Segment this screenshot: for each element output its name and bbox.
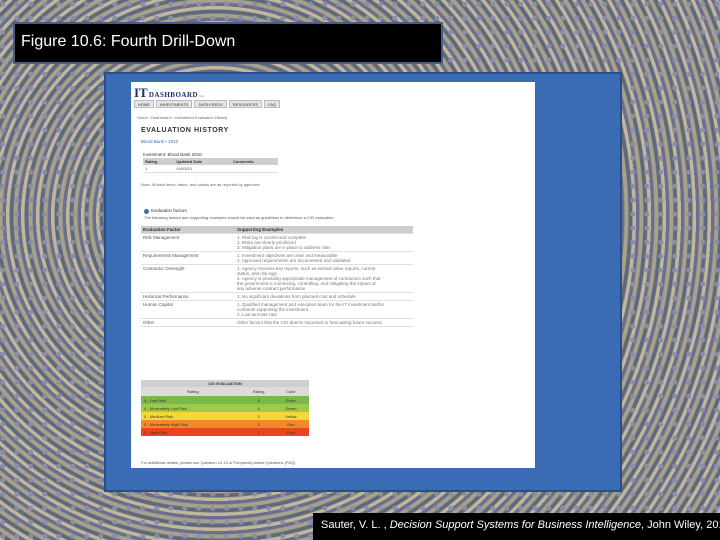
example-line: 2. Approved requirements are documented … xyxy=(237,258,351,263)
nav-data-feeds[interactable]: DATA FEEDS xyxy=(194,100,227,108)
table-row: 1 04/03/10 xyxy=(143,165,278,173)
top-nav: HOME INVESTMENTS DATA FEEDS RESOURCES FA… xyxy=(134,100,281,108)
evaluations-table: Rating Updated Date Comments 1 04/03/10 xyxy=(143,158,278,173)
cell-comments xyxy=(231,165,278,173)
rating-value: 4 xyxy=(257,405,260,411)
col-header: Updated Date xyxy=(174,158,231,165)
col-header: Rating xyxy=(141,387,245,396)
rating-row: 1 - High Risk 1 Red xyxy=(141,428,309,436)
it-dashboard-logo[interactable]: IT DASHBOARD beta xyxy=(134,85,204,101)
citation-bar: Sauter, V. L. , Decision Support Systems… xyxy=(313,513,720,540)
logo-mark: IT xyxy=(134,85,148,100)
nav-investments[interactable]: INVESTMENTS xyxy=(156,100,193,108)
col-header: Rating xyxy=(143,158,175,165)
factor-name: Human Capital xyxy=(143,302,173,307)
col-header: Rating xyxy=(244,387,273,396)
example-line: 3. Mitigation plans are in place to addr… xyxy=(237,245,331,250)
rating-label: 5 - Low Risk xyxy=(144,397,167,403)
factor-row: Other Other factors that the CIO deems im… xyxy=(141,319,413,327)
col-header: Evaluation Factor xyxy=(143,227,181,232)
cell-rating: 1 xyxy=(143,165,175,173)
rating-label: 4 - Moderately Low Risk xyxy=(144,405,187,411)
investment-link[interactable]: Blood Bank • 2010 xyxy=(141,139,178,144)
rating-value: 1 xyxy=(257,429,260,435)
factor-name: Historical Performance xyxy=(143,294,189,299)
factor-row: Risk Management 1. Risk log is current an… xyxy=(141,234,413,252)
logo-name: DASHBOARD xyxy=(148,91,199,99)
citation-publication: Decision Support Systems for Business In… xyxy=(389,519,641,531)
data-note: Note: All data items, dates, and values … xyxy=(141,182,260,187)
rating-scale-title: CIO EVALUATION xyxy=(141,380,309,387)
rating-color-name: Green xyxy=(285,405,297,411)
factor-name: Risk Management xyxy=(143,235,180,240)
rating-row: 4 - Moderately Low Risk 4 Green xyxy=(141,404,309,412)
rating-value: 5 xyxy=(257,397,260,403)
rating-row: 3 - Medium Risk 3 Yellow xyxy=(141,412,309,420)
example-line: any adverse contract performance xyxy=(237,286,306,291)
factor-examples: Other factors that the CIO deems importa… xyxy=(235,319,413,326)
logo-sub: beta xyxy=(199,94,205,98)
factor-name: Requirements Management xyxy=(143,253,199,258)
factors-table: Evaluation Factor Supporting Examples Ri… xyxy=(141,226,413,327)
breadcrumb[interactable]: Home › Dashboard › Investment Evaluation… xyxy=(137,115,227,120)
rating-row: 2 - Moderately High Risk 2 Red xyxy=(141,420,309,428)
citation-author: Sauter, V. L. , xyxy=(321,519,390,531)
cell-date: 04/03/10 xyxy=(174,165,231,173)
rating-scale-header-row: Rating Rating Color xyxy=(141,387,309,396)
rating-color-name: Yellow xyxy=(285,413,297,419)
factor-examples: 1. No significant deviations from planne… xyxy=(235,293,413,300)
factor-row: Historical Performance 1. No significant … xyxy=(141,293,413,301)
slide-title: Figure 10.6: Fourth Drill-Down xyxy=(21,33,236,50)
factor-examples: 1. Qualified management and execution te… xyxy=(235,301,413,318)
example-line: Other factors that the CIO deems importa… xyxy=(237,320,382,325)
col-header: Comments xyxy=(231,158,278,165)
rating-label: 2 - Moderately High Risk xyxy=(144,421,188,427)
rating-scale-table: CIO EVALUATION Rating Rating Color 5 - L… xyxy=(141,380,309,436)
rating-label: 1 - High Risk xyxy=(144,429,167,435)
rating-label: 3 - Medium Risk xyxy=(144,413,173,419)
slide-title-bar: Figure 10.6: Fourth Drill-Down xyxy=(13,22,443,64)
investment-label: Investment: Blood Bank 2010 xyxy=(143,152,202,157)
rating-value: 2 xyxy=(257,421,260,427)
factors-title[interactable]: Evaluation factors xyxy=(151,208,187,213)
rating-row: 5 - Low Risk 5 Green xyxy=(141,396,309,404)
factor-row: Requirements Management 1. Investment obj… xyxy=(141,252,413,265)
page-title: EVALUATION HISTORY xyxy=(141,127,229,134)
citation-publisher: , John Wiley, 2010 xyxy=(641,519,720,531)
rating-color-name: Green xyxy=(285,397,297,403)
factors-description: The following factors and supporting exa… xyxy=(144,215,335,220)
nav-resources[interactable]: RESOURCES xyxy=(228,100,263,108)
col-header: Supporting Examples xyxy=(237,227,284,232)
rating-color-name: Red xyxy=(287,421,295,427)
dashboard-screenshot: IT DASHBOARD beta HOME INVESTMENTS DATA … xyxy=(131,82,535,468)
nav-faq[interactable]: FAQ xyxy=(264,100,281,108)
factor-examples: 1. Risk log is current and complete 2. Ri… xyxy=(235,234,413,251)
factors-header-row: Evaluation Factor Supporting Examples xyxy=(141,226,413,234)
factor-examples: 1. Investment objectives are clear and m… xyxy=(235,252,413,264)
nav-home[interactable]: HOME xyxy=(134,100,154,108)
col-header: Color xyxy=(272,387,309,396)
rating-color-name: Red xyxy=(287,429,295,435)
example-line: 1. No significant deviations from planne… xyxy=(237,294,356,299)
example-line: 2. Low turnover rate xyxy=(237,312,278,317)
factor-name: Contractor Oversight xyxy=(143,266,185,271)
factor-examples: 1. Agency receives key reports, such as … xyxy=(235,265,413,292)
info-icon[interactable] xyxy=(144,209,149,214)
faq-note[interactable]: For additional details, please see Quest… xyxy=(141,460,295,465)
factor-name: Other xyxy=(143,320,155,325)
factor-row: Contractor Oversight 1. Agency receives k… xyxy=(141,265,413,293)
factor-row: Human Capital 1. Qualified management and… xyxy=(141,301,413,319)
rating-value: 3 xyxy=(257,413,260,419)
